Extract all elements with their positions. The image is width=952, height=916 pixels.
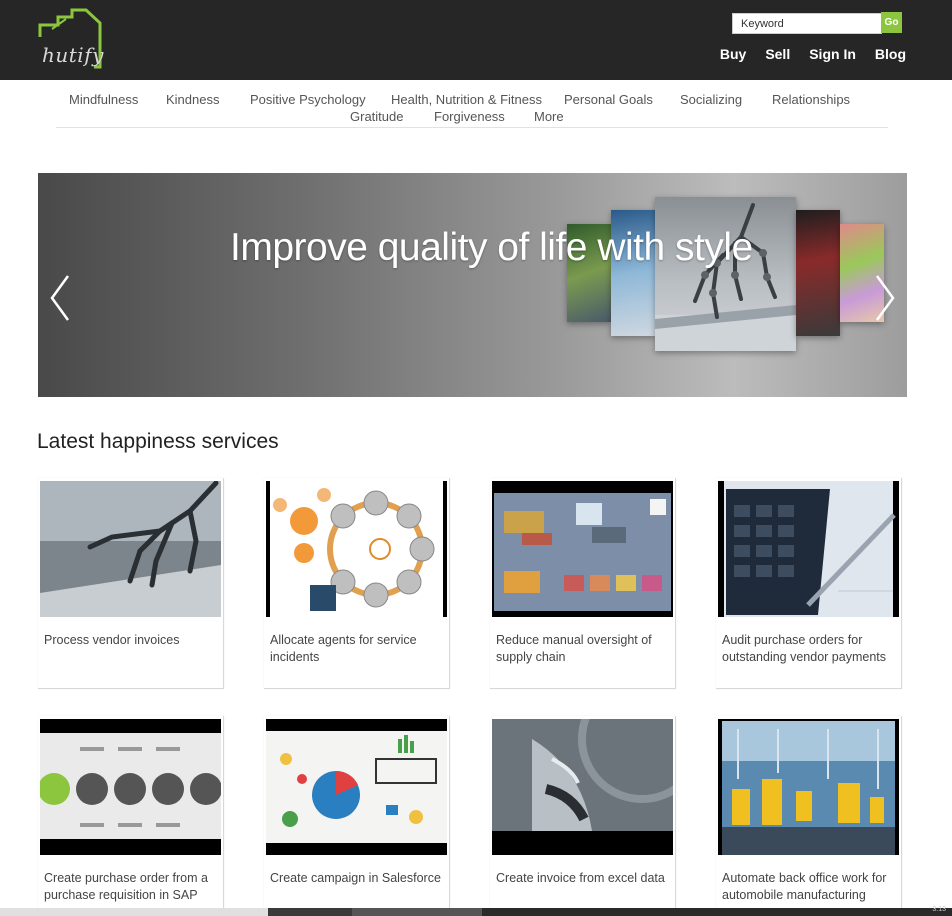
agent-network-diagram-image: [266, 481, 447, 617]
search-input[interactable]: [732, 13, 882, 34]
service-card[interactable]: Audit purchase orders for outstanding ve…: [716, 478, 902, 689]
logo[interactable]: hutify: [36, 7, 106, 73]
taskbar-item[interactable]: [352, 908, 482, 916]
category-forgiveness[interactable]: Forgiveness: [434, 109, 505, 124]
buy-link[interactable]: Buy: [720, 46, 746, 62]
category-mindfulness[interactable]: Mindfulness: [69, 92, 138, 107]
robot-hand-image: [655, 203, 796, 351]
card-title: Allocate agents for service incidents: [270, 633, 417, 664]
service-card[interactable]: Process vendor invoices: [38, 478, 224, 689]
process-flow-image: [40, 719, 221, 855]
service-card[interactable]: Create invoice from excel data: [490, 716, 676, 916]
sign-in-link[interactable]: Sign In: [809, 46, 856, 62]
service-card[interactable]: Reduce manual oversight of supply chain: [490, 478, 676, 689]
carousel-next-arrow-icon[interactable]: [869, 273, 899, 323]
category-positive-psychology[interactable]: Positive Psychology: [250, 92, 366, 107]
card-title: Process vendor invoices: [44, 633, 180, 647]
card-title: Reduce manual oversight of supply chain: [496, 633, 652, 664]
category-personal-goals[interactable]: Personal Goals: [564, 92, 653, 107]
category-health-nutrition-fitness[interactable]: Health, Nutrition & Fitness: [391, 92, 542, 107]
carousel-slide-thumbnail[interactable]: [796, 210, 840, 336]
blog-link[interactable]: Blog: [875, 46, 906, 62]
category-nav: Mindfulness Kindness Positive Psychology…: [56, 89, 888, 128]
category-more[interactable]: More: [534, 109, 564, 124]
service-card[interactable]: Automate back office work for automobile…: [716, 716, 902, 916]
hero-headline: Improve quality of life with style: [230, 226, 753, 269]
card-title: Create campaign in Salesforce: [270, 871, 441, 885]
card-title: Audit purchase orders for outstanding ve…: [722, 633, 886, 664]
service-card[interactable]: Create purchase order from a purchase re…: [38, 716, 224, 916]
taskbar-clock: 3:13: [932, 906, 946, 913]
category-socializing[interactable]: Socializing: [680, 92, 742, 107]
top-header: hutify Go Buy Sell Sign In Blog: [0, 0, 952, 80]
supply-chain-diagram-image: [492, 481, 673, 617]
taskbar: 3:13: [0, 906, 952, 916]
search-go-button[interactable]: Go: [881, 12, 902, 33]
category-kindness[interactable]: Kindness: [166, 92, 219, 107]
taskbar-tray: 3:13: [482, 906, 952, 916]
carousel-slide-active[interactable]: [655, 197, 796, 351]
category-gratitude[interactable]: Gratitude: [350, 109, 403, 124]
card-title: Create purchase order from a purchase re…: [44, 871, 208, 902]
hero-carousel: Improve quality of life with style: [38, 173, 907, 397]
taskbar-item[interactable]: [268, 908, 352, 916]
service-card[interactable]: Allocate agents for service incidents: [264, 478, 450, 689]
service-card[interactable]: Create campaign in Salesforce: [264, 716, 450, 916]
card-title: Create invoice from excel data: [496, 871, 665, 885]
top-links: Buy Sell Sign In Blog: [701, 46, 906, 62]
factory-robots-image: [718, 719, 899, 855]
robot-hand-laptop-image: [40, 481, 221, 617]
section-title: Latest happiness services: [37, 430, 279, 453]
robot-head-image: [492, 719, 673, 855]
calculator-pen-image: [718, 481, 899, 617]
sell-link[interactable]: Sell: [765, 46, 790, 62]
card-title: Automate back office work for automobile…: [722, 871, 887, 902]
carousel-prev-arrow-icon[interactable]: [46, 273, 76, 323]
category-relationships[interactable]: Relationships: [772, 92, 850, 107]
strategy-sketch-image: [266, 719, 447, 855]
logo-text: hutify: [42, 43, 104, 67]
